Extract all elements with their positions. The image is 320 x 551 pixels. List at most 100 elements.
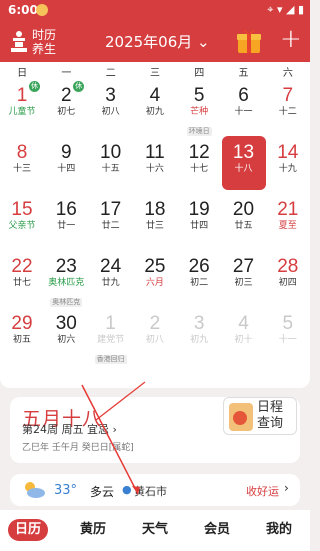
fortune-link[interactable]: 收好运 — [246, 483, 279, 499]
day-cell[interactable]: 休 2 初七 — [44, 79, 88, 133]
day-number: 4 — [149, 85, 161, 106]
lunar-date: 十一 — [234, 107, 253, 117]
day-cell[interactable]: 休 1 儿童节 — [0, 79, 44, 133]
day-cell[interactable]: 28 初四 — [266, 250, 310, 304]
lunar-date: 初八 — [145, 335, 164, 345]
day-cell[interactable]: 14 十九 — [266, 136, 310, 190]
bottom-tab-bar: 日历 黄历 天气 会员 我的 — [0, 510, 310, 551]
day-cell[interactable]: 24 廿九 — [89, 250, 133, 304]
schedule-label: 日程 查询 — [257, 400, 283, 432]
lunar-date: 十九 — [278, 164, 297, 174]
schedule-label-2: 查询 — [257, 416, 284, 431]
day-cell[interactable]: 20 廿五 — [222, 193, 266, 247]
month-selector[interactable]: 2025年06月 ⌄ — [105, 31, 210, 52]
calendar-panel: 日 一 二 三 四 五 六 休 1 儿童节休 2 初七 3 初八 4 初九 5 芒种 环境日 6 十一 7 十… — [0, 62, 310, 388]
day-cell[interactable]: 5 十一 — [266, 307, 310, 361]
lunar-date: 廿四 — [190, 221, 209, 231]
lunar-date: 初九 — [190, 335, 209, 345]
lunar-date: 廿七 — [12, 278, 31, 288]
lunar-date: 初五 — [12, 335, 31, 345]
weather-bar[interactable]: 33° 多云 ● 黄石市 收好运 › — [10, 474, 300, 506]
day-cell[interactable]: 4 初十 — [222, 307, 266, 361]
lunar-date: 十七 — [190, 164, 209, 174]
app-header: 时历 养生 2025年06月 ⌄ + — [0, 22, 310, 62]
tab-calendar[interactable]: 日历 — [8, 519, 48, 541]
weekday-sat: 六 — [282, 68, 293, 79]
day-cell[interactable]: 21 夏至 — [266, 193, 310, 247]
lunar-date: 廿九 — [101, 278, 120, 288]
status-icons: ⌖ ▾ ◢ ▮ — [267, 3, 304, 16]
day-cell[interactable]: 19 廿四 — [177, 193, 221, 247]
day-info-card[interactable]: 五月十八 第24周 周五 宜忌 › 乙巳年 壬午月 癸巳日[属蛇] 日程 查询 — [10, 397, 300, 463]
day-cell[interactable]: 18 廿三 — [133, 193, 177, 247]
day-cell[interactable]: 9 十四 — [44, 136, 88, 190]
day-cell[interactable]: 13 十八 — [221, 136, 266, 190]
lunar-date: 六月 — [145, 278, 164, 288]
temperature: 33° — [54, 483, 78, 498]
day-number: 26 — [188, 256, 210, 277]
status-time: 6:00 — [8, 3, 38, 17]
partly-cloudy-icon — [25, 482, 45, 498]
logo-text-2: 养生 — [32, 42, 57, 56]
day-number: 5 — [282, 313, 294, 334]
tab-almanac[interactable]: 黄历 — [78, 519, 108, 541]
day-cell[interactable]: 4 初九 — [133, 79, 177, 133]
day-cell[interactable]: 29 初五 — [0, 307, 44, 361]
day-number: 6 — [238, 85, 249, 106]
tab-mine[interactable]: 我的 — [264, 519, 294, 541]
day-number: 7 — [282, 85, 294, 106]
lunar-date: 夏至 — [278, 221, 297, 231]
day-number: 15 — [11, 199, 33, 220]
day-cell[interactable]: 3 初八 — [89, 79, 133, 133]
day-cell[interactable]: 26 初二 — [177, 250, 221, 304]
day-cell[interactable]: 6 十一 — [222, 79, 266, 133]
lunar-date: 十一 — [278, 335, 297, 345]
location-pin-icon: ● — [122, 483, 132, 496]
day-number: 20 — [232, 199, 255, 220]
schedule-label-1: 日程 — [257, 400, 284, 415]
lunar-date: 奥林匹克 — [48, 278, 85, 288]
day-cell[interactable]: 15 父亲节 — [0, 193, 44, 247]
day-number: 23 — [55, 256, 77, 277]
day-cell[interactable]: 17 廿二 — [89, 193, 133, 247]
day-number: 12 — [188, 142, 210, 163]
lunar-date: 建党节 — [97, 335, 125, 345]
weekday-fri: 五 — [238, 68, 249, 79]
day-cell[interactable]: 12 十七 — [177, 136, 221, 190]
day-cell[interactable]: 23 奥林匹克 奥林匹克 — [44, 250, 88, 307]
chevron-right-icon: › — [284, 481, 289, 495]
day-cell[interactable]: 5 芒种 环境日 — [177, 79, 221, 136]
day-cell[interactable]: 10 十五 — [89, 136, 133, 190]
weekday-header: 日 一 二 三 四 五 六 — [0, 64, 310, 79]
day-cell[interactable]: 11 十六 — [133, 136, 177, 190]
holiday-badge: 休 — [29, 81, 40, 92]
week-info[interactable]: 第24周 周五 宜忌 › — [22, 421, 117, 437]
day-cell[interactable]: 3 初九 — [177, 307, 221, 361]
ganzhi-text: 乙巳年 壬午月 癸巳日[属蛇] — [22, 443, 134, 453]
lunar-date: 廿五 — [234, 221, 253, 231]
gift-icon[interactable] — [236, 27, 262, 55]
day-cell[interactable]: 8 十三 — [0, 136, 44, 190]
tab-weather[interactable]: 天气 — [140, 519, 170, 541]
day-number: 3 — [105, 85, 116, 106]
day-number: 22 — [11, 256, 33, 277]
day-cell[interactable]: 27 初三 — [222, 250, 266, 304]
day-number: 28 — [277, 256, 299, 277]
tab-member[interactable]: 会员 — [202, 519, 232, 541]
day-number: 14 — [277, 142, 299, 163]
lunar-date: 初四 — [278, 278, 297, 288]
day-number: 21 — [277, 199, 299, 220]
day-number: 4 — [238, 313, 249, 334]
add-button[interactable]: + — [280, 24, 302, 54]
day-cell[interactable]: 1 建党节 香港回归 — [89, 307, 133, 364]
day-cell[interactable]: 2 初八 — [133, 307, 177, 361]
day-cell[interactable]: 30 初六 — [44, 307, 88, 361]
schedule-query-button[interactable]: 日程 查询 — [223, 397, 297, 435]
day-cell[interactable]: 25 六月 — [133, 250, 177, 304]
day-cell[interactable]: 7 十二 — [266, 79, 310, 133]
lunar-date: 父亲节 — [8, 221, 36, 231]
day-cell[interactable]: 22 廿七 — [0, 250, 44, 304]
day-cell[interactable]: 16 廿一 — [44, 193, 88, 247]
lunar-date: 初七 — [57, 107, 76, 117]
day-number: 27 — [232, 256, 255, 277]
